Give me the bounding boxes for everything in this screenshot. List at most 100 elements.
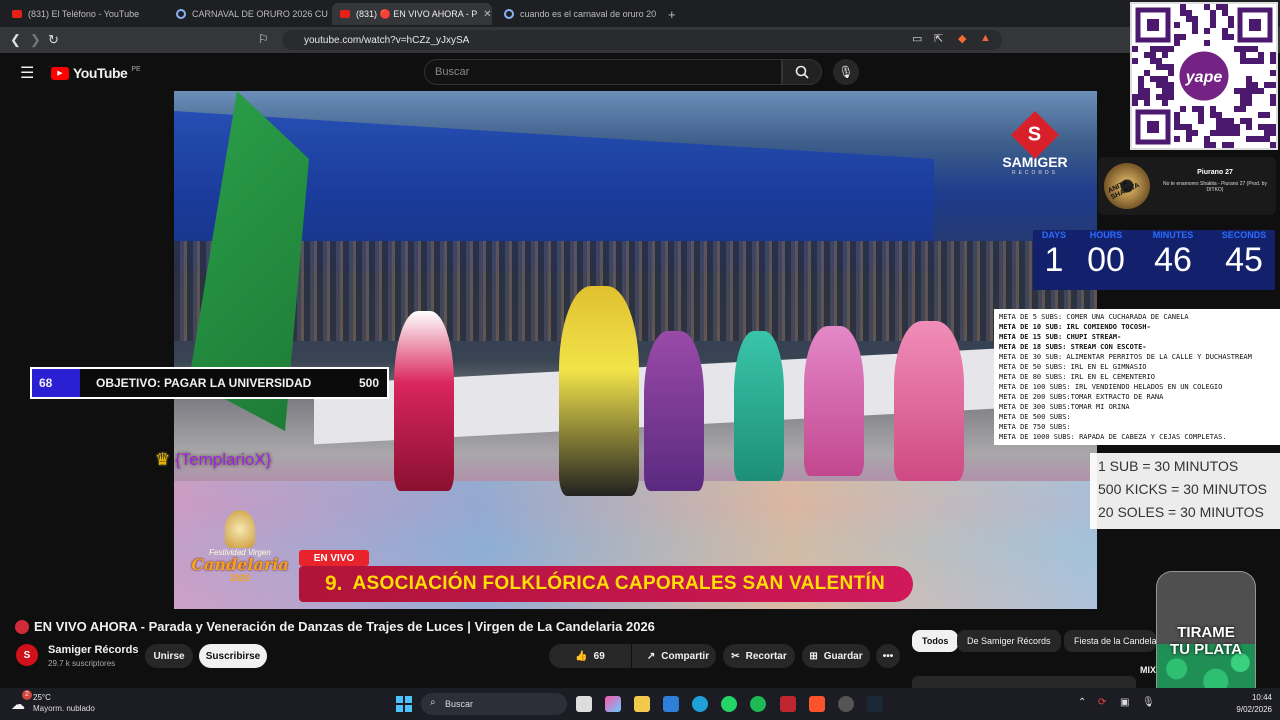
video-player[interactable] bbox=[174, 91, 1097, 609]
goal-label: OBJETIVO: PAGAR LA UNIVERSIDAD bbox=[96, 376, 312, 390]
goal-line: META DE 300 SUBS:TOMAR MI ORINA bbox=[999, 403, 1130, 411]
browser-tab-1[interactable]: (831) El Teléfono - YouTube bbox=[4, 3, 164, 25]
menu-icon[interactable]: ☰ bbox=[20, 63, 34, 83]
save-button[interactable]: ⊞ Guardar bbox=[802, 644, 870, 668]
lower-third-number: 9. bbox=[325, 572, 343, 595]
voice-search-button[interactable]: 🎙 bbox=[833, 59, 859, 85]
reload-icon[interactable]: ↻ bbox=[48, 32, 59, 48]
whatsapp-icon[interactable] bbox=[721, 696, 737, 712]
browser-tab-4[interactable]: cuando es el carnaval de oruro 2026 bbox=[496, 3, 656, 25]
tray-app-icon[interactable]: ⟳ bbox=[1098, 697, 1106, 708]
live-indicator-icon bbox=[15, 620, 29, 634]
rate-line: 20 SOLES = 30 MINUTOS bbox=[1098, 504, 1264, 520]
music-artist: Piurano 27 bbox=[1197, 169, 1233, 176]
search-icon bbox=[795, 65, 809, 79]
lower-third-banner: 9. ASOCIACIÓN FOLKLÓRICA CAPORALES SAN V… bbox=[299, 566, 913, 602]
share-button[interactable]: ↗ Compartir bbox=[640, 644, 716, 668]
microphone-tray-icon[interactable]: 🎙 bbox=[1142, 697, 1155, 708]
brave-icon[interactable] bbox=[809, 696, 825, 712]
goal-line: META DE 18 SUBS: STREAM CON ESCOTE- bbox=[999, 343, 1147, 351]
tray-chevron-icon[interactable]: ⌃ bbox=[1078, 697, 1086, 708]
donation-goal-bar: 68 OBJETIVO: PAGAR LA UNIVERSIDAD 500 bbox=[30, 367, 389, 399]
share-page-icon[interactable]: ⇱ bbox=[934, 32, 943, 45]
taskbar-search-icon: ⌕ bbox=[430, 697, 436, 708]
video-title: EN VIVO AHORA - Parada y Veneración de D… bbox=[34, 619, 655, 634]
countdown-minutes: MINUTES 46 bbox=[1152, 230, 1194, 279]
scissors-icon: ✂ bbox=[731, 650, 740, 662]
clip-button[interactable]: ✂ Recortar bbox=[723, 644, 795, 668]
yape-qr-code: yape bbox=[1130, 2, 1278, 150]
channel-name[interactable]: Samiger Récords bbox=[48, 644, 138, 656]
rate-line: 500 KICKS = 30 MINUTOS bbox=[1098, 481, 1267, 497]
taskbar-search[interactable]: Buscar bbox=[421, 693, 567, 715]
google-favicon-icon bbox=[176, 9, 186, 19]
system-clock[interactable]: 10:44 9/02/2026 bbox=[1236, 692, 1272, 716]
steam-icon[interactable] bbox=[867, 696, 883, 712]
video-scene-dancer bbox=[394, 311, 454, 491]
like-button[interactable]: 👍 69 bbox=[549, 644, 631, 668]
rewards-icon[interactable]: ▲ bbox=[980, 32, 991, 44]
browser-tab-3[interactable]: (831) 🔴 EN VIVO AHORA - P ✕ bbox=[332, 3, 492, 25]
broadcaster-logo: S SAMIGER RECORDS bbox=[1000, 110, 1070, 188]
address-bar[interactable]: youtube.com/watch?v=hCZz_yJxySA bbox=[282, 30, 1002, 50]
weather-desc: Mayorm. nublado bbox=[33, 704, 95, 713]
subathon-rates: 1 SUB = 30 MINUTOS 500 KICKS = 30 MINUTO… bbox=[1090, 453, 1280, 529]
goal-line: META DE 15 SUB: CHUPI STREAM- bbox=[999, 333, 1122, 341]
album-cover-text: ANITA SHAKITA bbox=[1107, 179, 1141, 202]
close-tab-icon[interactable]: ✕ bbox=[483, 9, 491, 20]
file-explorer-icon[interactable] bbox=[634, 696, 650, 712]
windows-start-icon[interactable] bbox=[396, 696, 412, 712]
goal-line: META DE 10 SUB: IRL COMIENDO TOCOSH- bbox=[999, 323, 1151, 331]
goal-line: META DE 5 SUBS: COMER UNA CUCHARADA DE C… bbox=[999, 313, 1189, 321]
bookmark-icon[interactable]: ⚐ bbox=[258, 32, 269, 46]
goal-progress-fill: 68 bbox=[32, 369, 80, 397]
youtube-logo[interactable]: ▶ YouTube PE bbox=[51, 65, 141, 81]
windows-taskbar: ☁ 2 25°C Mayorm. nublado Buscar ⌕ ⌃ ⟳ ▣ … bbox=[0, 688, 1280, 720]
subscriber-count: 29.7 k suscriptores bbox=[48, 659, 116, 668]
task-view-icon[interactable] bbox=[576, 696, 592, 712]
chip-fiesta[interactable]: Fiesta de la Candelaria bbox=[1064, 630, 1156, 652]
back-icon[interactable]: ❮ bbox=[10, 32, 21, 48]
cast-icon[interactable]: ▭ bbox=[912, 32, 922, 45]
url-text: youtube.com/watch?v=hCZz_yJxySA bbox=[304, 34, 470, 46]
dota-icon[interactable] bbox=[780, 696, 796, 712]
youtube-header: ☰ ▶ YouTube PE Buscar 🎙 bbox=[0, 53, 1280, 91]
edge-icon[interactable] bbox=[692, 696, 708, 712]
event-logo-year: 2026 bbox=[229, 573, 251, 583]
goal-line: META DE 200 SUBS:TOMAR EXTRACTO DE RANA bbox=[999, 393, 1164, 401]
video-scene-crowd bbox=[174, 241, 1097, 341]
tab-label: (831) El Teléfono - YouTube bbox=[28, 9, 140, 19]
more-actions-button[interactable]: ••• bbox=[876, 644, 900, 668]
store-icon[interactable] bbox=[663, 696, 679, 712]
virgin-image-icon bbox=[225, 510, 255, 548]
broadcaster-sub: RECORDS bbox=[1011, 170, 1058, 176]
copilot-icon[interactable] bbox=[605, 696, 621, 712]
search-input[interactable]: Buscar bbox=[424, 59, 782, 85]
search-button[interactable] bbox=[782, 59, 822, 85]
video-scene-dancer bbox=[734, 331, 784, 481]
subscribe-button[interactable]: Suscribirse bbox=[199, 644, 267, 668]
recommended-thumbnail[interactable] bbox=[912, 676, 1136, 688]
chip-from-channel[interactable]: De Samiger Récords bbox=[957, 630, 1061, 652]
jar-label: TIRAME TU PLATA bbox=[1170, 624, 1242, 658]
tray-app-icon[interactable]: ▣ bbox=[1120, 697, 1129, 708]
forward-icon[interactable]: ❯ bbox=[30, 32, 41, 48]
spotify-icon[interactable] bbox=[750, 696, 766, 712]
brave-shield-icon[interactable]: ◆ bbox=[958, 32, 966, 45]
youtube-favicon-icon bbox=[12, 10, 22, 18]
chat-username: {TemplarioX} bbox=[174, 450, 272, 469]
chat-user-alert: ♛ {TemplarioX} bbox=[155, 450, 271, 470]
new-tab-button[interactable]: + bbox=[660, 3, 684, 25]
mix-card[interactable]: MIX bbox=[1140, 665, 1156, 675]
countdown-hours: HOURS 00 bbox=[1087, 230, 1125, 279]
obs-icon[interactable] bbox=[838, 696, 854, 712]
event-logo: Festividad Virgen Candelaria 2026 bbox=[184, 510, 296, 600]
goal-line: META DE 500 SUBS: bbox=[999, 413, 1071, 421]
video-scene-dancer bbox=[644, 331, 704, 491]
goal-line: META DE 750 SUBS: bbox=[999, 423, 1071, 431]
channel-avatar[interactable]: S bbox=[16, 644, 38, 666]
video-scene-dancer bbox=[559, 286, 639, 496]
join-button[interactable]: Unirse bbox=[145, 644, 193, 668]
browser-tab-2[interactable]: CARNAVAL DE ORURO 2026 CUANDO bbox=[168, 3, 328, 25]
chip-all[interactable]: Todos bbox=[912, 630, 959, 652]
